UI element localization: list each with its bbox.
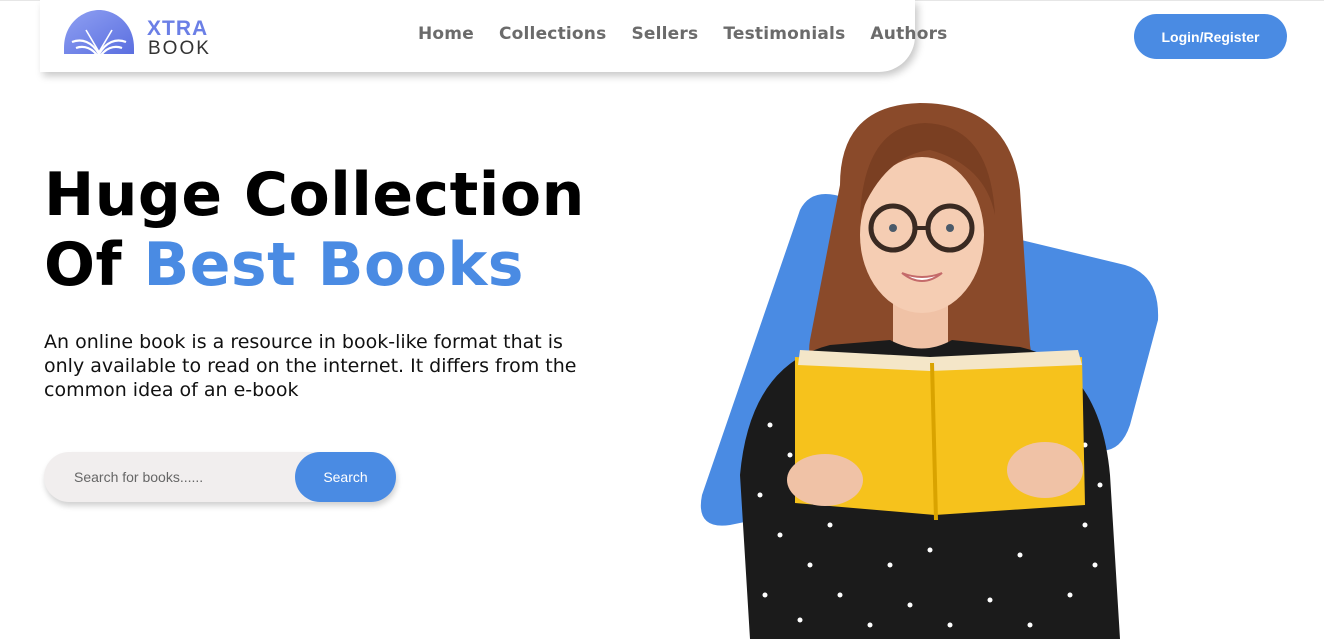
- hero-title: Huge Collection Of Best Books: [44, 160, 585, 300]
- hero-description: An online book is a resource in book-lik…: [44, 331, 577, 401]
- nav-link-sellers[interactable]: Sellers: [631, 24, 698, 44]
- nav-link-home[interactable]: Home: [418, 24, 474, 44]
- book-logo-icon: [64, 10, 134, 60]
- woman-reading-book-image: [700, 103, 1159, 639]
- search-input[interactable]: [44, 452, 304, 502]
- nav-link-authors[interactable]: Authors: [870, 24, 947, 44]
- login-register-button[interactable]: Login/Register: [1134, 14, 1287, 59]
- hero-title-prefix: Of: [44, 230, 123, 300]
- search-button[interactable]: Search: [295, 452, 396, 502]
- nav-link-collections[interactable]: Collections: [499, 24, 606, 44]
- nav-link-testimonials[interactable]: Testimonials: [723, 24, 845, 44]
- main-nav: Home Collections Sellers Testimonials Au…: [418, 24, 972, 44]
- search-bar: Search: [44, 452, 396, 502]
- logo[interactable]: XTRA BOOK: [62, 8, 222, 60]
- hero-title-line1: Huge Collection: [44, 160, 585, 230]
- logo-text-book: BOOK: [148, 38, 211, 59]
- hero-title-accent: Best Books: [143, 230, 524, 300]
